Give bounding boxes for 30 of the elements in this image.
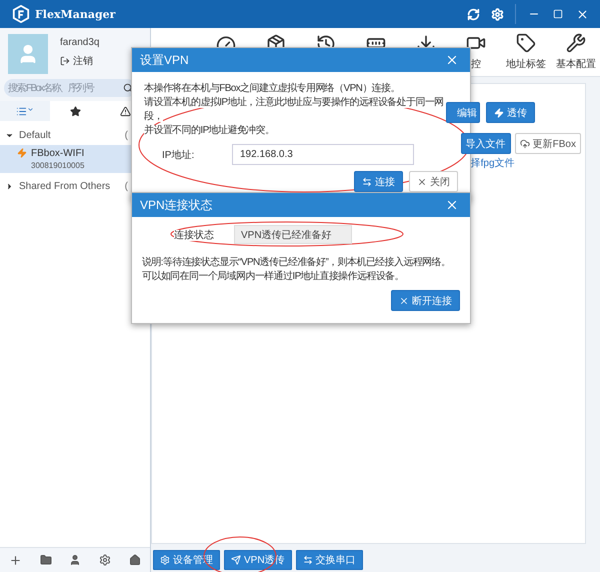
group-label[interactable]: Shared From Others (19, 180, 120, 192)
dialog-note: 说明:等待连接状态显示“VPN透传已经准备好”，则本机已经接入远程网络。 可以如同在同一个局域网内一样通过IP地址直接操作远程设备。 (142, 256, 452, 284)
device-serial: 300819010005 (31, 161, 84, 170)
dialog-title: 设置VPN (140, 52, 190, 68)
device-name: FBbox-WIFI (31, 148, 84, 159)
status-field[interactable]: VPN透传已经准备好 (234, 225, 352, 244)
toolbar-button[interactable]: 控 (452, 33, 500, 71)
dialog-close-button[interactable]: 关闭 (409, 171, 458, 192)
action-button[interactable]: 透传 (486, 102, 535, 123)
dialog-title: VPN连接状态 (140, 196, 214, 214)
group-count: ( (124, 180, 128, 192)
toolbar-button[interactable]: 基本配置 (552, 33, 600, 71)
action-button[interactable]: 更新FBox (514, 133, 581, 154)
connect-button[interactable]: 连接 (354, 171, 403, 192)
user-name: farand3q (60, 37, 100, 48)
bottom-tab[interactable]: 交换串口 (296, 550, 363, 570)
group-count: ( (124, 130, 128, 140)
group-label[interactable]: Default (19, 130, 120, 140)
ip-field[interactable]: 192.168.0.3 (232, 144, 414, 165)
action-button[interactable]: 编辑 (446, 102, 480, 123)
dialog-description: 本操作将在本机与FBox之间建立虚拟专用网络（VPN）连接。 请设置本机的虚拟IP地址，注意此地址应与要操作的远程设备处于同一网 段， 并设置不同的IP地址避免冲突。 (144, 82, 445, 138)
toolbar-button[interactable]: 地址标签 (502, 33, 550, 71)
status-label: 连接状态 (174, 228, 215, 242)
action-button[interactable]: 导入文件 (460, 133, 511, 154)
file-link[interactable]: 择fpg文件 (470, 156, 515, 170)
disconnect-button[interactable]: 断开连接 (391, 290, 460, 311)
logout-link[interactable]: 注销 (60, 54, 100, 68)
ip-label: IP地址: (162, 148, 196, 162)
bottom-tab[interactable]: VPN透传 (224, 550, 292, 570)
app-title: FlexManager (35, 8, 116, 20)
